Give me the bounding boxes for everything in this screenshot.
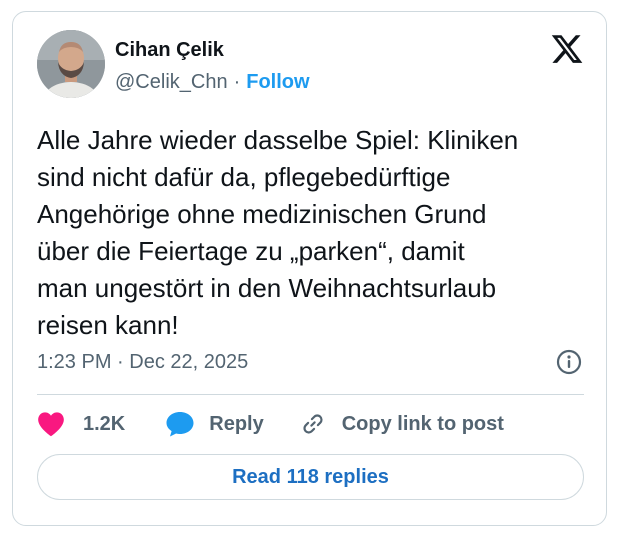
author-handle[interactable]: @Celik_Chn	[115, 71, 228, 93]
speech-bubble-icon	[166, 412, 194, 437]
like-button[interactable]: 1.2K	[37, 411, 125, 437]
tweet-timestamp[interactable]: 1:23 PM · Dec 22, 2025	[37, 350, 248, 374]
copy-link-label: Copy link to post	[341, 412, 504, 435]
tweet-text: Alle Jahre wieder dasselbe Spiel: Klinik…	[37, 125, 519, 340]
reply-label: Reply	[209, 412, 264, 435]
copy-link-button[interactable]: Copy link to post	[300, 411, 504, 437]
profile-photo	[37, 30, 105, 98]
action-bar: 1.2K Reply Copy link to post	[37, 410, 504, 438]
info-icon[interactable]	[556, 349, 582, 375]
read-replies-button[interactable]: Read 118 replies	[37, 454, 584, 500]
divider	[37, 394, 584, 395]
link-icon	[303, 414, 323, 434]
tweet-card: Cihan Çelik @Celik_Chn · Follow Alle Jahre…	[12, 11, 607, 526]
separator-dot: ·	[233, 71, 241, 93]
avatar[interactable]	[37, 30, 105, 98]
like-count: 1.2K	[83, 412, 126, 435]
reply-button[interactable]: Reply	[165, 410, 264, 438]
author-handle-row: @Celik_Chn · Follow	[115, 70, 310, 94]
heart-icon	[38, 412, 64, 437]
x-logo-icon[interactable]	[550, 32, 584, 66]
follow-button[interactable]: Follow	[246, 71, 309, 93]
author-name[interactable]: Cihan Çelik	[115, 38, 224, 62]
